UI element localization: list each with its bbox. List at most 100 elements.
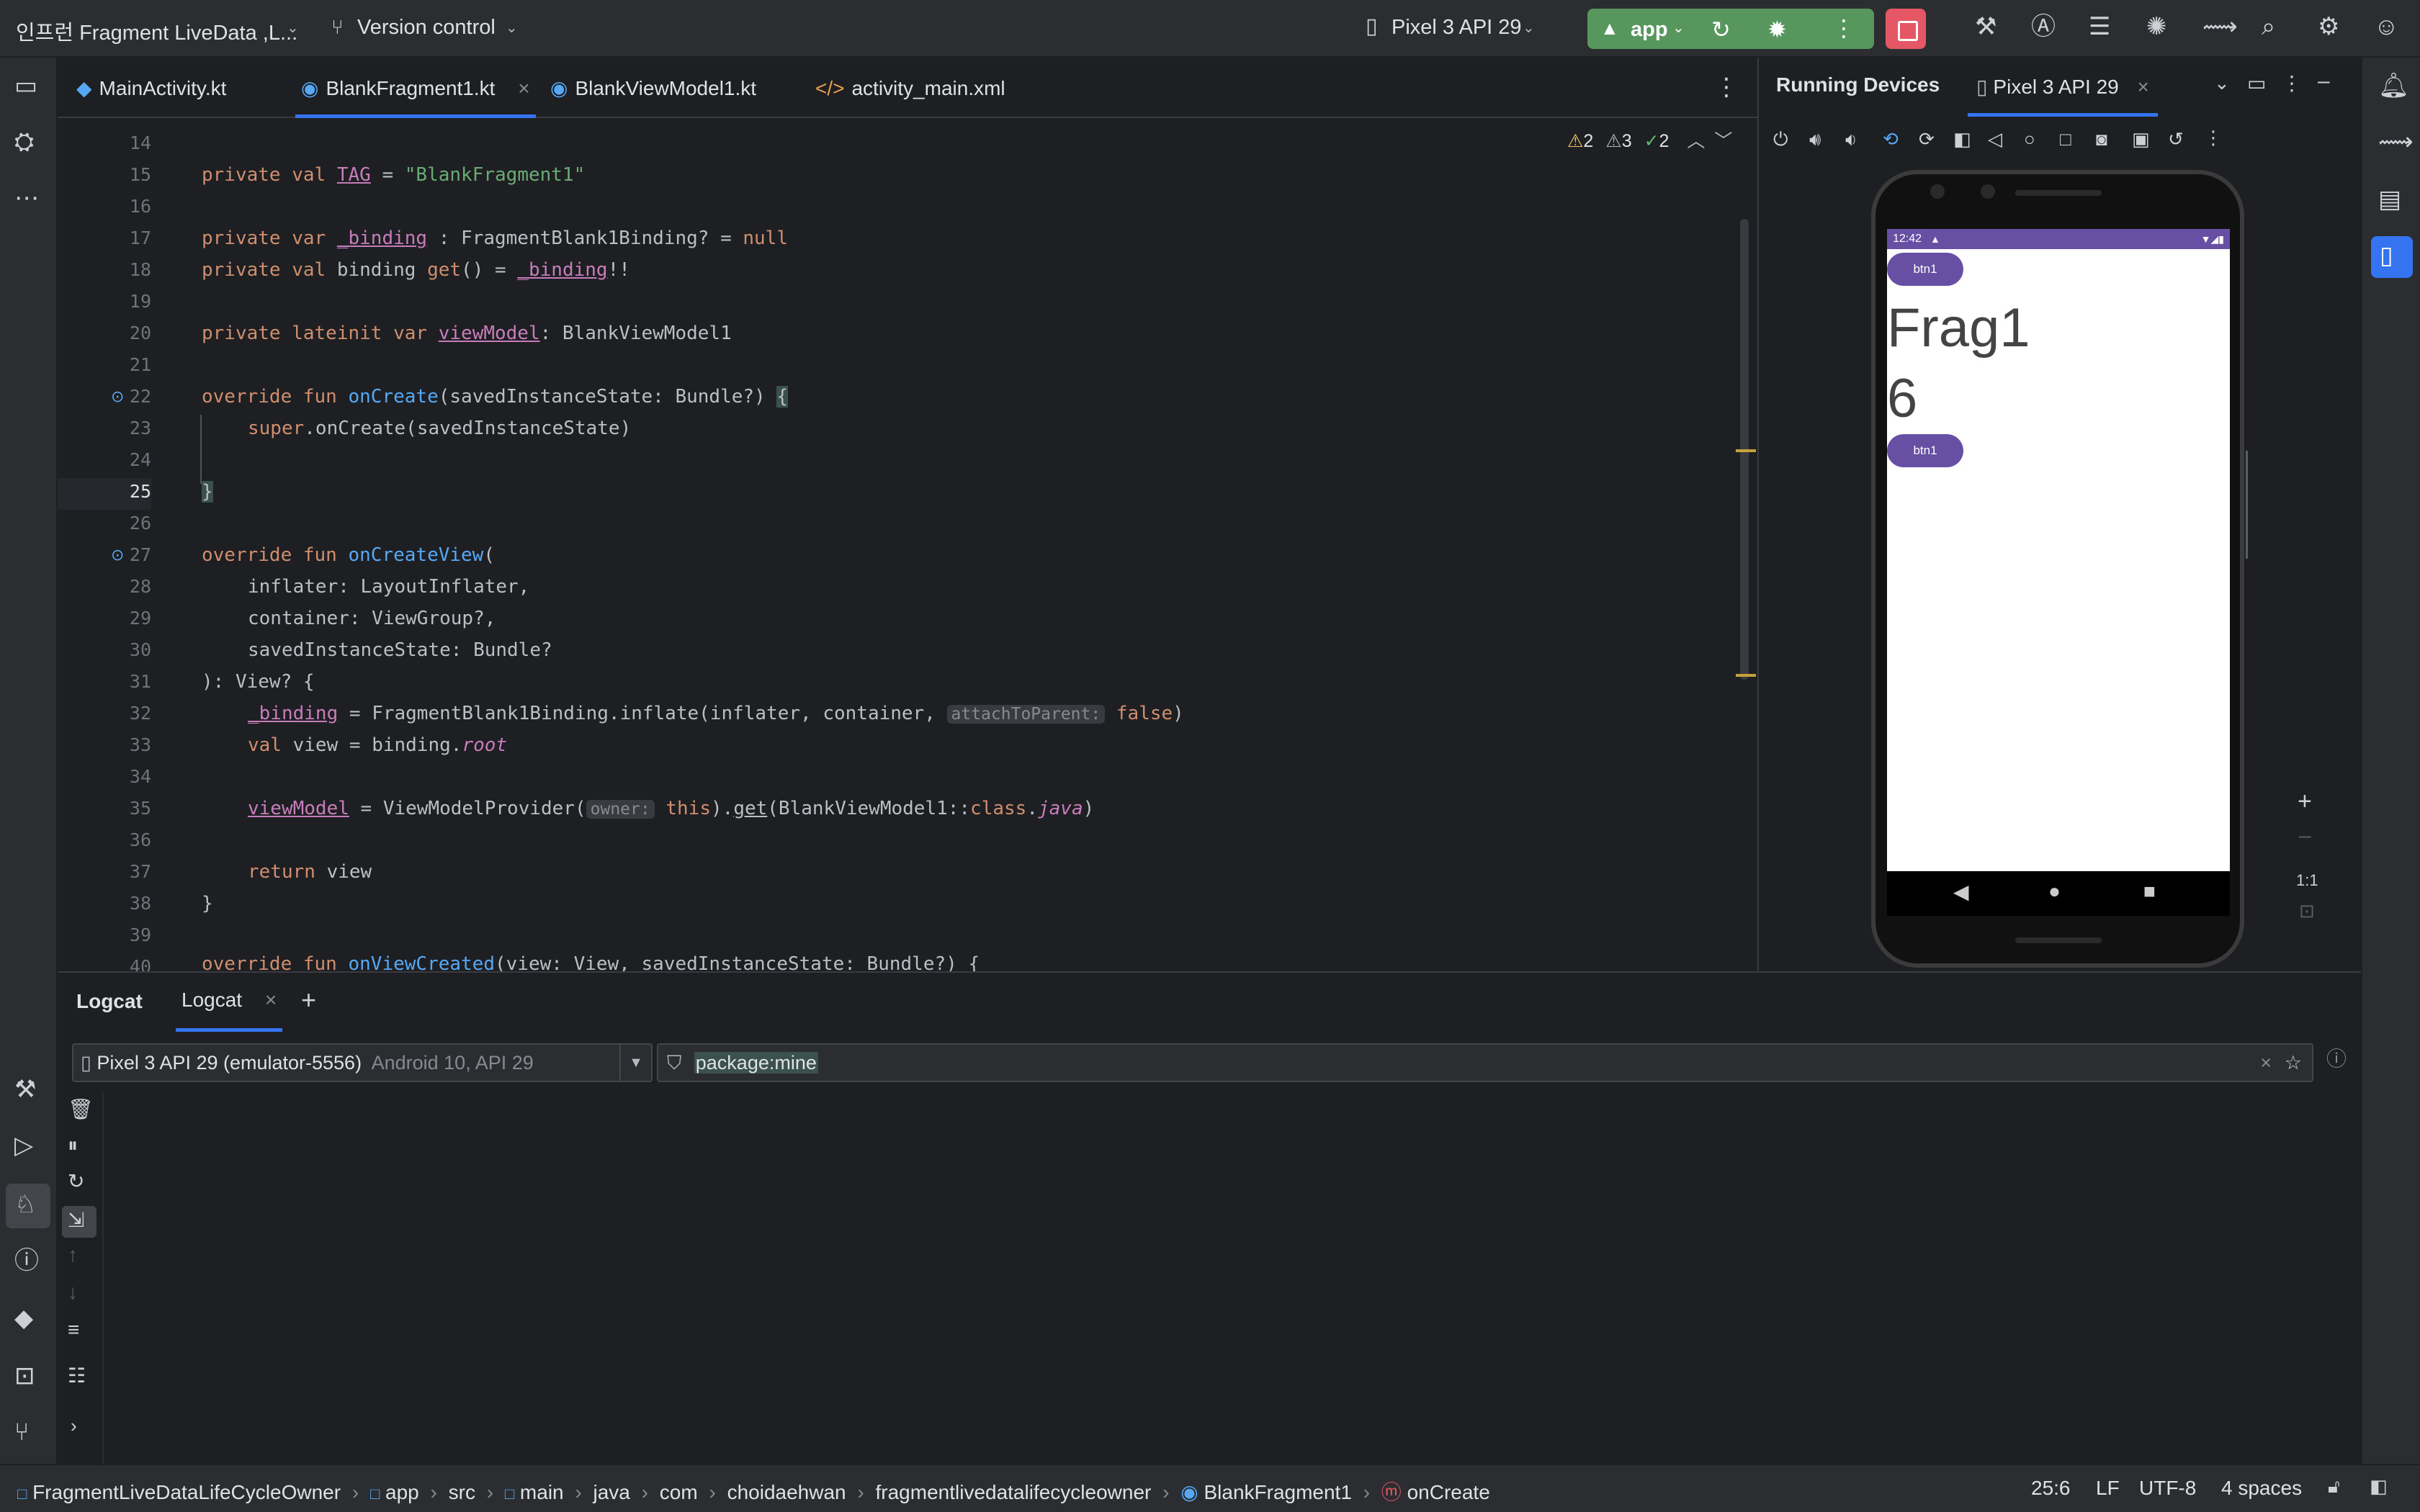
problems-icon[interactable]: ⓘ bbox=[14, 1248, 39, 1273]
lock-icon[interactable]: 🔓︎ bbox=[2328, 1477, 2340, 1495]
apply-changes-icon[interactable]: ↻ bbox=[1711, 16, 1731, 43]
override-gutter-icon[interactable]: ⊙ bbox=[111, 387, 124, 406]
vcs-menu[interactable]: Version control bbox=[357, 16, 496, 40]
nav-recents-icon[interactable]: ■ bbox=[2143, 880, 2156, 903]
soft-wrap-icon[interactable]: ≡ bbox=[68, 1320, 79, 1340]
profiler-icon[interactable]: ⟿ bbox=[2202, 14, 2238, 39]
zoom-actual-size[interactable]: 1:1 bbox=[2296, 871, 2318, 890]
tab-mainactivity[interactable]: ◆ MainActivity.kt bbox=[76, 59, 226, 118]
tab-pixel3-device[interactable]: ▯ Pixel 3 API 29 × bbox=[1968, 58, 2158, 117]
more-actions-icon[interactable]: ⋮ bbox=[1832, 14, 1855, 42]
zoom-out-icon[interactable]: – bbox=[2299, 825, 2311, 847]
git-icon[interactable]: ⑂ bbox=[14, 1420, 29, 1444]
close-icon[interactable]: × bbox=[518, 77, 529, 99]
clear-logcat-icon[interactable]: 🗑︎ bbox=[68, 1099, 94, 1120]
fit-screen-icon[interactable]: ⊡ bbox=[2299, 901, 2315, 920]
logcat-output[interactable] bbox=[105, 1092, 2360, 1465]
build-hammer-icon[interactable]: ⚒ bbox=[1975, 14, 1996, 39]
breadcrumb-item[interactable]: main bbox=[520, 1481, 564, 1503]
chevron-down-icon[interactable]: ⌄ bbox=[2214, 73, 2230, 92]
breadcrumb-item[interactable]: com bbox=[660, 1481, 698, 1503]
gradle-icon[interactable]: ✺ bbox=[2146, 14, 2167, 39]
help-icon[interactable]: ⓘ bbox=[2326, 1049, 2347, 1069]
btn1-bottom-button[interactable]: btn1 bbox=[1887, 434, 1963, 467]
memory-indicator-icon[interactable]: ◧ bbox=[2370, 1477, 2388, 1495]
volume-down-icon[interactable]: 🔉︎ bbox=[1845, 130, 1857, 148]
run-icon[interactable]: ▷ bbox=[14, 1133, 33, 1158]
tab-blankfragment1[interactable]: ◉ BlankFragment1.kt × bbox=[295, 59, 536, 118]
expand-icon[interactable]: › bbox=[71, 1416, 77, 1435]
build-icon[interactable]: ⚒ bbox=[14, 1077, 36, 1102]
debug-icon[interactable]: ✹ bbox=[1767, 16, 1787, 43]
favorite-star-icon[interactable]: ☆ bbox=[2285, 1045, 2302, 1081]
resource-manager-icon[interactable]: ⛭ bbox=[14, 130, 34, 154]
settings-gear-icon[interactable]: ⚙ bbox=[2318, 14, 2339, 39]
caret-position[interactable]: 25:6 bbox=[2031, 1477, 2071, 1500]
account-icon[interactable]: ☺ bbox=[2374, 14, 2399, 39]
run-config-selector[interactable]: app bbox=[1631, 18, 1668, 42]
breadcrumb-item[interactable]: onCreate bbox=[1407, 1481, 1490, 1503]
tab-blankviewmodel1[interactable]: ◉ BlankViewModel1.kt bbox=[550, 59, 756, 118]
nav-back-icon[interactable]: ◀ bbox=[1953, 880, 1969, 904]
screen-record-icon[interactable]: ▣ bbox=[2132, 130, 2150, 148]
more-options-icon[interactable]: ⋮ bbox=[2282, 73, 2302, 94]
warning-marker[interactable] bbox=[1736, 674, 1756, 677]
layout-icon[interactable]: ▭ bbox=[2247, 73, 2266, 94]
add-tab-icon[interactable]: + bbox=[301, 987, 316, 1013]
rotate-right-icon[interactable]: ⟳ bbox=[1919, 130, 1935, 148]
app-quality-icon[interactable]: ◆ bbox=[14, 1306, 33, 1331]
search-icon[interactable]: ⌕ bbox=[2262, 14, 2275, 39]
line-separator[interactable]: LF bbox=[2096, 1477, 2120, 1500]
inspection-widget[interactable]: ⚠2 ⚠3 ✓2 ︿ ﹀ bbox=[1567, 127, 1732, 153]
clear-filter-icon[interactable]: × bbox=[2260, 1045, 2272, 1081]
breadcrumb-item[interactable]: java bbox=[593, 1481, 630, 1503]
code-area[interactable]: private val TAG = "BlankFragment1" priva… bbox=[151, 118, 1757, 971]
running-devices-tool-button[interactable]: ▯ bbox=[2371, 236, 2413, 278]
breadcrumb-item[interactable]: app bbox=[385, 1481, 419, 1503]
nav-home-icon[interactable]: ● bbox=[2048, 880, 2061, 903]
breadcrumb-item[interactable]: choidaehwan bbox=[727, 1481, 846, 1503]
volume-up-icon[interactable]: 🔊︎ bbox=[1809, 130, 1821, 148]
chevron-up-icon[interactable]: ︿ bbox=[1687, 131, 1705, 151]
tab-activity-main-xml[interactable]: </> activity_main.xml bbox=[815, 59, 1005, 118]
sync-list-icon[interactable]: ☰ bbox=[2089, 14, 2110, 39]
back-icon[interactable]: ◁ bbox=[1988, 130, 2002, 148]
terminal-icon[interactable]: ⊡ bbox=[14, 1364, 35, 1388]
file-encoding[interactable]: UTF-8 bbox=[2139, 1477, 2196, 1500]
pause-icon[interactable]: ⏸ bbox=[68, 1135, 78, 1156]
device-dropdown[interactable]: ▯ Pixel 3 API 29 (emulator-5556) Android… bbox=[72, 1043, 653, 1082]
logcat-tool-button[interactable]: ♘ bbox=[6, 1184, 50, 1228]
btn1-top-button[interactable]: btn1 bbox=[1887, 253, 1963, 286]
close-icon[interactable]: × bbox=[265, 989, 277, 1011]
screenshot-icon[interactable]: ◙ bbox=[2096, 130, 2107, 148]
breadcrumb-item[interactable]: fragmentlivedatalifecycleowner bbox=[876, 1481, 1152, 1503]
format-options-icon[interactable]: ☷ bbox=[68, 1366, 86, 1386]
close-icon[interactable]: × bbox=[2138, 76, 2149, 98]
device-selector[interactable]: Pixel 3 API 29 bbox=[1392, 16, 1522, 40]
project-folder-icon[interactable]: ▭ bbox=[14, 73, 37, 98]
zoom-in-icon[interactable]: + bbox=[2298, 789, 2312, 814]
chevron-down-icon[interactable]: ﹀ bbox=[1714, 131, 1732, 151]
notifications-icon[interactable]: 🔔︎ bbox=[2378, 73, 2409, 98]
device-manager-icon[interactable]: ▤ bbox=[2378, 187, 2401, 212]
minimize-icon[interactable]: – bbox=[2318, 71, 2330, 92]
rotate-left-icon[interactable]: ⟲ bbox=[1883, 130, 1899, 148]
arrow-down-icon[interactable]: ↓ bbox=[68, 1282, 78, 1302]
gemini-icon[interactable]: ⟿ bbox=[2378, 130, 2414, 154]
filter-input[interactable]: ⛉ package:mine × ☆ bbox=[657, 1043, 2313, 1082]
restart-icon[interactable]: ↻ bbox=[68, 1171, 84, 1192]
scroll-to-end-toggle[interactable]: ⇲ bbox=[62, 1206, 97, 1238]
warning-marker[interactable] bbox=[1736, 449, 1756, 452]
fold-icon[interactable]: ◧ bbox=[1953, 130, 1971, 148]
home-icon[interactable]: ○ bbox=[2024, 130, 2035, 148]
project-selector[interactable]: 인프런 Fragment LiveData ,L... bbox=[16, 16, 297, 46]
overview-icon[interactable]: □ bbox=[2060, 130, 2071, 148]
tab-logcat[interactable]: Logcat × bbox=[176, 973, 283, 1032]
more-tools-icon[interactable]: ⋯ bbox=[14, 186, 39, 210]
indent-setting[interactable]: 4 spaces bbox=[2221, 1477, 2302, 1500]
breadcrumb-item[interactable]: BlankFragment1 bbox=[1204, 1481, 1351, 1503]
arrow-up-icon[interactable]: ↑ bbox=[68, 1245, 78, 1265]
tab-overflow-icon[interactable]: ⋮ bbox=[1714, 75, 1739, 99]
reset-icon[interactable]: ↺ bbox=[2168, 130, 2184, 148]
translate-icon[interactable]: Ⓐ bbox=[2031, 14, 2056, 39]
